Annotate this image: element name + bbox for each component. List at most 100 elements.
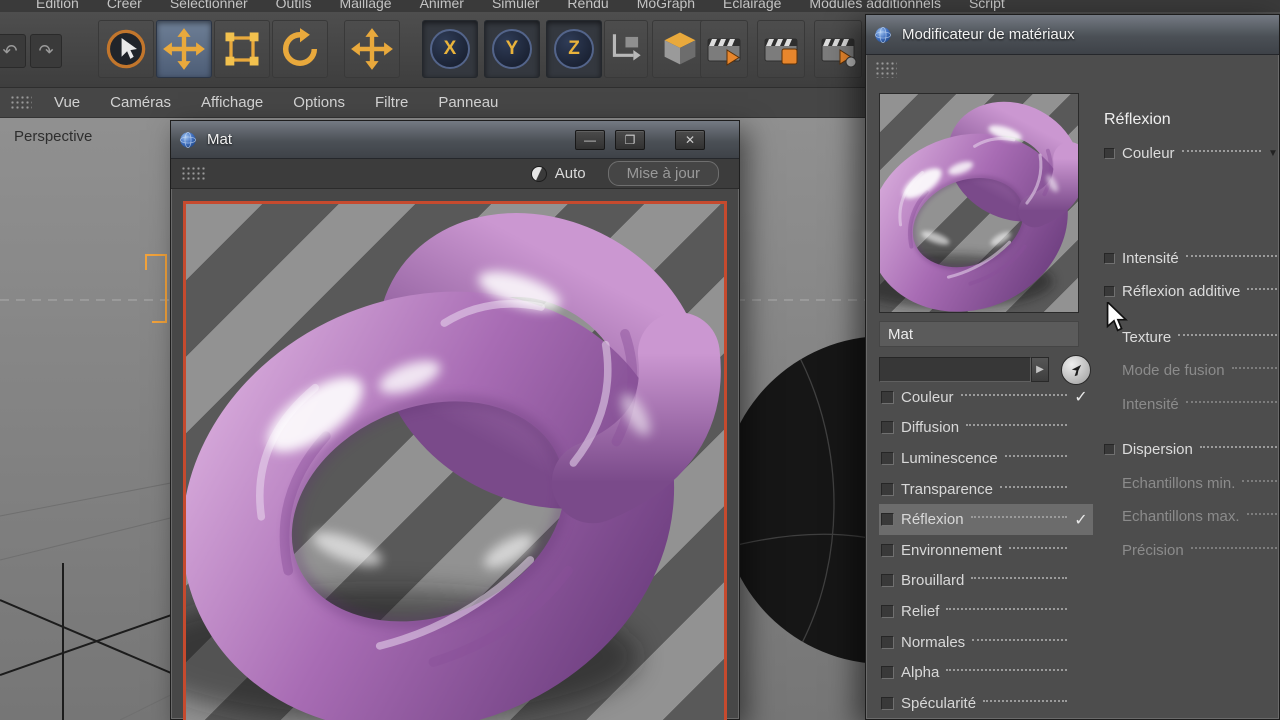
property-row-intensite[interactable]: Intensité [1104,242,1280,276]
auto-render-toggle-icon[interactable] [531,166,547,182]
channel-row-couleur[interactable]: Couleur✓ [879,382,1093,413]
material-picker-button[interactable] [1061,355,1091,385]
drag-handle[interactable] [875,61,897,78]
channel-checkbox[interactable] [881,636,894,649]
move-cross-icon [350,27,394,71]
section-header: Réflexion [1104,111,1280,135]
selection-gizmo[interactable] [146,255,166,322]
torus-render [880,94,1078,312]
viewport-menu-options[interactable]: Options [293,94,345,111]
material-render-preview[interactable] [183,201,727,720]
channel-label: Spécularité [901,695,976,712]
redo-button[interactable]: ↷ [30,34,62,68]
menu-eclairage[interactable]: Éclairage [723,0,781,7]
drag-handle[interactable] [181,166,207,181]
menu-script[interactable]: Script [969,0,1005,7]
scale-tool-button[interactable] [214,20,270,78]
channel-checkbox[interactable] [881,421,894,434]
property-checkbox[interactable] [1104,148,1115,159]
channel-checkbox[interactable] [881,452,894,465]
property-row-texture[interactable]: Texture [1104,321,1280,355]
dot-leader [1232,367,1277,369]
viewport-menu-cameras[interactable]: Caméras [110,94,171,111]
update-button[interactable]: Mise à jour [608,161,719,186]
viewport-menu-vue[interactable]: Vue [54,94,80,111]
channel-row-specularite[interactable]: Spécularité [879,688,1093,719]
viewport-menu-panneau[interactable]: Panneau [438,94,498,111]
y-axis-icon: Y [492,29,532,69]
material-preview-window: Mat — ❐ ✕ Auto Mise à jour [170,120,740,720]
property-checkbox[interactable] [1104,444,1115,455]
menu-animer[interactable]: Animer [420,0,464,7]
dot-leader [1242,480,1277,482]
dropdown-arrow-icon[interactable]: ▼ [1265,148,1280,159]
window-controls: — ❐ ✕ [575,130,731,150]
dot-leader [1005,455,1067,457]
minimize-button[interactable]: — [575,130,605,150]
render-picture-viewer-button[interactable] [757,20,805,78]
menu-maillage[interactable]: Maillage [339,0,391,7]
coordinate-system-button[interactable] [604,20,648,78]
menu-creer[interactable]: Créer [107,0,142,7]
menu-simuler[interactable]: Simuler [492,0,539,7]
property-row-dispersion[interactable]: Dispersion [1104,433,1280,467]
channel-checkbox[interactable] [881,574,894,587]
channel-row-luminescence[interactable]: Luminescence [879,443,1093,474]
channel-row-brouillard[interactable]: Brouillard [879,566,1093,597]
material-name-field[interactable] [879,357,1031,382]
channel-checkbox[interactable] [881,513,894,526]
property-row-reflexion-additive[interactable]: Réflexion additive [1104,275,1280,309]
channel-row-normales[interactable]: Normales [879,627,1093,658]
dot-leader [1000,486,1067,488]
material-thumbnail[interactable] [879,93,1079,313]
channel-label: Luminescence [901,450,998,467]
channel-row-relief[interactable]: Relief [879,596,1093,627]
menu-edition[interactable]: Édition [36,0,79,7]
channel-row-environnement[interactable]: Environnement [879,535,1093,566]
y-axis-lock-button[interactable]: Y [484,20,540,78]
check-icon: ✓ [1071,510,1091,530]
check-icon: ✓ [1071,387,1091,407]
render-settings-button[interactable] [814,20,862,78]
channel-checkbox[interactable] [881,544,894,557]
close-button[interactable]: ✕ [675,130,705,150]
menu-selectionner[interactable]: Sélectionner [170,0,248,7]
property-checkbox[interactable] [1104,286,1115,297]
menu-mograph[interactable]: MoGraph [637,0,695,7]
channel-checkbox[interactable] [881,605,894,618]
menu-outils[interactable]: Outils [276,0,312,7]
channel-row-transparence[interactable]: Transparence [879,474,1093,505]
property-label: Dispersion [1122,441,1193,458]
mat-window-titlebar[interactable]: Mat — ❐ ✕ [171,121,739,159]
dot-leader [971,577,1067,579]
move-tool-button[interactable] [156,20,212,78]
channel-row-reflexion[interactable]: Réflexion✓ [879,504,1093,535]
dot-leader [972,639,1067,641]
reflection-properties: Réflexion Couleur▼ IntensitéRéflexion add… [1104,111,1280,579]
dot-leader [1009,547,1067,549]
property-checkbox[interactable] [1104,253,1115,264]
viewport-menu-filtre[interactable]: Filtre [375,94,408,111]
render-view-button[interactable] [700,20,748,78]
material-editor-titlebar[interactable]: Modificateur de matériaux [866,15,1279,55]
x-axis-lock-button[interactable]: X [422,20,478,78]
channel-checkbox[interactable] [881,666,894,679]
live-selection-tool-button[interactable] [98,20,154,78]
channel-row-alpha[interactable]: Alpha [879,657,1093,688]
menu-modules-additionnels[interactable]: Modules additionnels [809,0,941,7]
last-tool-button[interactable] [344,20,400,78]
field-expand-button[interactable]: ▶ [1031,357,1049,382]
maximize-button[interactable]: ❐ [615,130,645,150]
menu-rendu[interactable]: Rendu [567,0,608,7]
property-row-couleur[interactable]: Couleur▼ [1104,137,1280,171]
channel-checkbox[interactable] [881,697,894,710]
z-axis-lock-button[interactable]: Z [546,20,602,78]
channel-row-diffusion[interactable]: Diffusion [879,413,1093,444]
channel-checkbox[interactable] [881,391,894,404]
rotate-tool-button[interactable] [272,20,328,78]
channel-checkbox[interactable] [881,483,894,496]
viewport-menu-affichage[interactable]: Affichage [201,94,263,111]
undo-button[interactable]: ↶ [0,34,26,68]
material-editor-window: Modificateur de matériaux Mat ▶ Couleur✓… [865,14,1280,720]
drag-handle[interactable] [10,95,32,110]
